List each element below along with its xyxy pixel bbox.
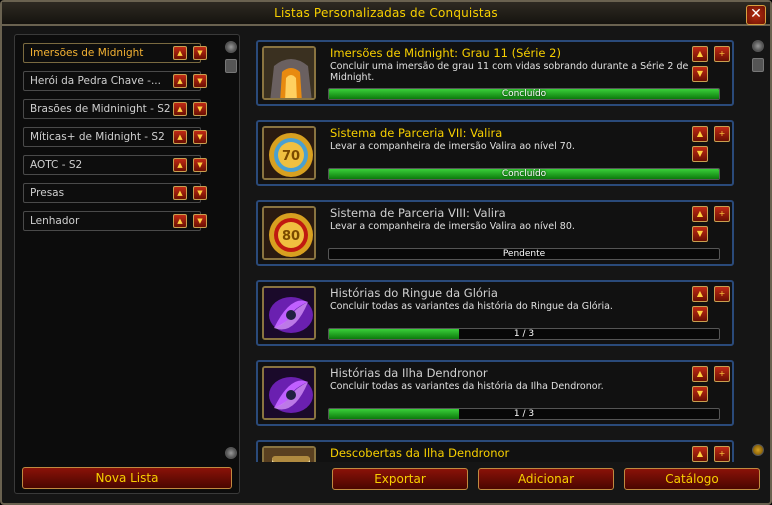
badge-70-icon: 70 [262,126,316,180]
add-button[interactable]: + [714,286,730,302]
svg-text:80: 80 [282,229,300,244]
achievement-name: Histórias da Ilha Dendronor [330,366,488,380]
achievement-row[interactable]: 70 Sistema de Parceria VII: Valira Levar a… [256,120,734,186]
window-title: Listas Personalizadas de Conquistas [274,6,498,20]
progress-text: Concluído [501,89,547,99]
scroll-up-button[interactable] [225,41,237,53]
add-button[interactable]: Adicionar [478,468,614,490]
achievement-name: Imersões de Midnight: Grau 11 (Série 2) [330,46,561,60]
move-up-button[interactable]: ▲ [692,126,708,142]
achievement-row[interactable]: Histórias do Ringue da Glória Concluir to… [256,280,734,346]
scroll-down-button[interactable] [752,444,764,456]
progress-bar: Concluído [328,168,720,180]
achievement-name: Sistema de Parceria VIII: Valira [330,206,506,220]
add-button[interactable]: + [714,366,730,382]
svg-text:70: 70 [282,149,300,164]
badge-80-icon: 80 [262,206,316,260]
export-button[interactable]: Exportar [332,468,468,490]
lists-panel: Imersões de Midnight ▲ ▼ Herói da Pedra Cha… [14,34,240,494]
move-down-button[interactable]: ▼ [193,214,207,228]
move-up-button[interactable]: ▲ [173,186,187,200]
add-button[interactable]: + [714,206,730,222]
scroll-thumb[interactable] [225,59,237,73]
move-up-button[interactable]: ▲ [173,46,187,60]
move-down-button[interactable]: ▼ [692,66,708,82]
achievement-row[interactable]: 80 Sistema de Parceria VIII: Valira Levar … [256,200,734,266]
move-down-button[interactable]: ▼ [193,74,207,88]
scroll-thumb[interactable] [752,58,764,72]
move-up-button[interactable]: ▲ [692,46,708,62]
move-up-button[interactable]: ▲ [692,286,708,302]
move-up-button[interactable]: ▲ [692,446,708,462]
progress-text: Pendente [502,249,546,259]
progress-bar: 1 / 3 [328,328,720,340]
add-button[interactable]: + [714,446,730,462]
achievement-description: Levar a companheira de imersão Valira ao… [330,221,575,232]
move-up-button[interactable]: ▲ [173,74,187,88]
achievement-description: Levar a companheira de imersão Valira ao… [330,141,575,152]
catalog-button[interactable]: Catálogo [624,468,760,490]
move-up-button[interactable]: ▲ [173,130,187,144]
add-button[interactable]: + [714,126,730,142]
scroll-up-button[interactable] [752,40,764,52]
achievement-row[interactable]: Imersões de Midnight: Grau 11 (Série 2) C… [256,40,734,106]
move-up-button[interactable]: ▲ [173,214,187,228]
achievements-panel: Imersões de Midnight: Grau 11 (Série 2) C… [250,34,760,462]
achievement-name: Descobertas da Ilha Dendronor [330,446,510,460]
move-down-button[interactable]: ▼ [193,46,207,60]
achievement-row[interactable]: Histórias da Ilha Dendronor Concluir toda… [256,360,734,426]
new-list-button[interactable]: Nova Lista [22,467,232,489]
achievement-name: Histórias do Ringue da Glória [330,286,498,300]
move-up-button[interactable]: ▲ [692,366,708,382]
achievement-description: Concluir todas as variantes da história … [330,381,604,392]
move-down-button[interactable]: ▼ [193,130,207,144]
achievement-name: Sistema de Parceria VII: Valira [330,126,503,140]
title-bar[interactable]: Listas Personalizadas de Conquistas ✕ [2,2,770,26]
move-down-button[interactable]: ▼ [193,158,207,172]
move-up-button[interactable]: ▲ [173,102,187,116]
progress-text: 1 / 3 [513,409,535,419]
purple-vortex-icon [262,366,316,420]
move-down-button[interactable]: ▼ [692,306,708,322]
progress-text: 1 / 3 [513,329,535,339]
purple-vortex-icon [262,286,316,340]
move-down-button[interactable]: ▼ [692,386,708,402]
scroll-icon [262,446,316,462]
progress-text: Concluído [501,169,547,179]
lists-scrollbar[interactable] [225,41,237,489]
scroll-down-button[interactable] [225,447,237,459]
cave-gate-icon [262,46,316,100]
custom-lists-window: Listas Personalizadas de Conquistas ✕ Im… [0,0,772,505]
achievement-description: Concluir uma imersão de grau 11 com vida… [330,61,689,83]
progress-bar: Concluído [328,88,720,100]
move-up-button[interactable]: ▲ [173,158,187,172]
move-down-button[interactable]: ▼ [692,226,708,242]
achievement-description: Concluir todas as variantes da história … [330,301,613,312]
move-down-button[interactable]: ▼ [193,186,207,200]
achievements-scrollbar[interactable] [752,34,766,462]
achievement-row[interactable]: Descobertas da Ilha Dendronor▲+▼ [256,440,734,462]
add-button[interactable]: + [714,46,730,62]
progress-bar: Pendente [328,248,720,260]
close-button[interactable]: ✕ [746,5,766,25]
move-up-button[interactable]: ▲ [692,206,708,222]
progress-bar: 1 / 3 [328,408,720,420]
move-down-button[interactable]: ▼ [692,146,708,162]
move-down-button[interactable]: ▼ [193,102,207,116]
